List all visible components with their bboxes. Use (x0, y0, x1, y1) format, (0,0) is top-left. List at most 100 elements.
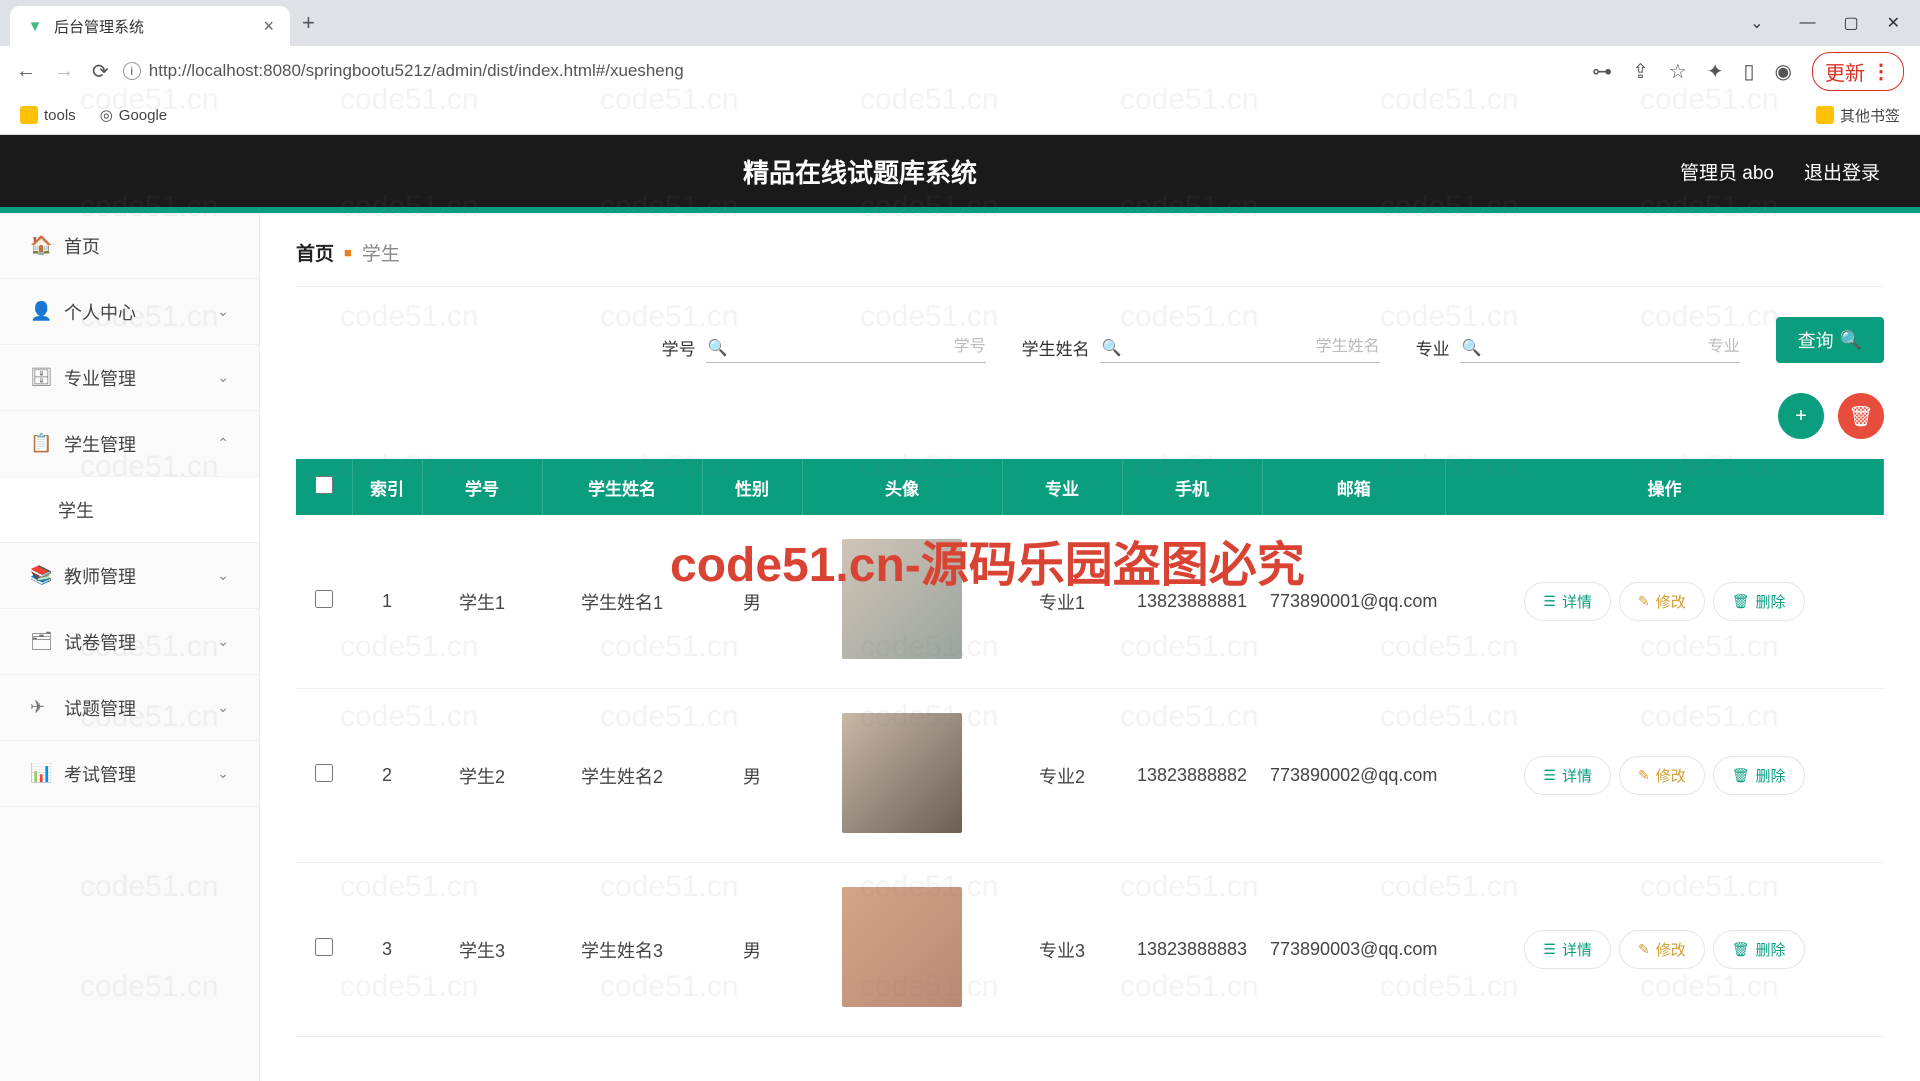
search-group-sid: 学号 🔍 (662, 332, 986, 363)
vue-icon: ▼ (26, 17, 44, 35)
row-checkbox[interactable] (315, 938, 333, 956)
sidebar-item-question[interactable]: ✈试题管理⌄ (0, 675, 259, 741)
share-icon[interactable]: ⇪ (1632, 59, 1649, 84)
edit-icon: ✎ (1638, 767, 1650, 784)
key-icon[interactable]: ⊶ (1592, 59, 1612, 84)
window-controls: ⌄ — ▢ ✕ (1750, 13, 1920, 33)
sidebar-item-student-mgmt[interactable]: 📋学生管理⌃ (0, 411, 259, 477)
admin-label[interactable]: 管理员 abo (1680, 158, 1774, 185)
cell-phone: 13823888881 (1122, 515, 1262, 689)
modify-button[interactable]: ✎修改 (1619, 582, 1705, 621)
sidebar-item-teacher[interactable]: 📚教师管理⌄ (0, 543, 259, 609)
search-label-name: 学生姓名 (1022, 335, 1090, 360)
avatar (842, 539, 962, 659)
bookmark-other[interactable]: 其他书签 (1816, 105, 1900, 126)
delete-button[interactable]: 🗑删除 (1713, 930, 1805, 969)
query-button[interactable]: 查询🔍 (1776, 317, 1884, 363)
add-button[interactable]: + (1778, 393, 1824, 439)
extension-icon[interactable]: ✦ (1707, 59, 1724, 84)
avatar (842, 713, 962, 833)
reload-icon[interactable]: ⟳ (92, 59, 109, 84)
search-label-sid: 学号 (662, 335, 696, 360)
panel-icon[interactable]: ▯ (1744, 59, 1755, 84)
cell-email: 773890003@qq.com (1262, 863, 1445, 1037)
info-icon[interactable]: i (123, 62, 141, 80)
delete-button[interactable]: 🗑删除 (1713, 582, 1805, 621)
chevron-up-icon: ⌃ (217, 435, 229, 452)
update-button[interactable]: 更新 ⋮ (1812, 52, 1904, 91)
cell-email: 773890002@qq.com (1262, 689, 1445, 863)
cell-avatar (802, 863, 1002, 1037)
system-title: 精品在线试题库系统 (40, 153, 1680, 190)
search-group-major: 专业 🔍 (1416, 332, 1740, 363)
sidebar-item-home[interactable]: 🏠首页 (0, 213, 259, 279)
th-avatar: 头像 (802, 459, 1002, 515)
chevron-down-icon: ⌄ (217, 369, 229, 386)
modify-button[interactable]: ✎修改 (1619, 930, 1705, 969)
star-icon[interactable]: ☆ (1669, 59, 1687, 84)
detail-icon: ☰ (1543, 767, 1556, 784)
breadcrumb-sep-icon: ■ (344, 245, 352, 260)
url-display[interactable]: i http://localhost:8080/springbootu521z/… (123, 61, 1578, 81)
breadcrumb-current: 学生 (362, 239, 400, 266)
close-icon[interactable]: × (263, 16, 274, 37)
delete-button[interactable]: 🗑删除 (1713, 756, 1805, 795)
bookmark-google[interactable]: ◎Google (100, 106, 167, 124)
cell-email: 773890001@qq.com (1262, 515, 1445, 689)
cell-major: 专业3 (1002, 863, 1122, 1037)
table-row: 3学生3学生姓名3男专业313823888883773890003@qq.com… (296, 863, 1884, 1037)
bookmark-bar: tools ◎Google 其他书签 (0, 96, 1920, 134)
new-tab-button[interactable]: + (302, 10, 315, 36)
row-checkbox[interactable] (315, 764, 333, 782)
cell-major: 专业2 (1002, 689, 1122, 863)
sidebar-item-major[interactable]: 🗄专业管理⌄ (0, 345, 259, 411)
detail-button[interactable]: ☰详情 (1524, 756, 1611, 795)
chart-icon: 📊 (30, 763, 50, 784)
breadcrumb-home[interactable]: 首页 (296, 239, 334, 266)
search-group-name: 学生姓名 🔍 (1022, 332, 1380, 363)
bookmark-tools[interactable]: tools (20, 106, 76, 124)
forward-icon[interactable]: → (54, 60, 74, 83)
nav-buttons: ← → ⟳ (16, 59, 109, 84)
th-email: 邮箱 (1262, 459, 1445, 515)
minimize-icon[interactable]: — (1799, 14, 1815, 32)
logout-link[interactable]: 退出登录 (1804, 158, 1880, 185)
th-major: 专业 (1002, 459, 1122, 515)
chevron-down-icon[interactable]: ⌄ (1750, 13, 1763, 33)
sidebar-item-personal[interactable]: 👤个人中心⌄ (0, 279, 259, 345)
avatar (842, 887, 962, 1007)
detail-button[interactable]: ☰详情 (1524, 930, 1611, 969)
cell-avatar (802, 689, 1002, 863)
close-window-icon[interactable]: ✕ (1887, 13, 1900, 33)
list-icon: 📋 (30, 433, 50, 454)
cell-index: 1 (352, 515, 422, 689)
back-icon[interactable]: ← (16, 60, 36, 83)
breadcrumb: 首页 ■ 学生 (296, 231, 1884, 287)
sidebar-item-paper[interactable]: 🗂试卷管理⌄ (0, 609, 259, 675)
search-input-sid[interactable] (734, 338, 986, 356)
chevron-down-icon: ⌄ (217, 699, 229, 716)
files-icon: 🗂 (30, 631, 50, 652)
tab-title: 后台管理系统 (54, 16, 253, 37)
edit-icon: ✎ (1638, 593, 1650, 610)
row-checkbox[interactable] (315, 590, 333, 608)
trash-icon: 🗑 (1732, 941, 1750, 958)
th-sid: 学号 (422, 459, 542, 515)
detail-icon: ☰ (1543, 941, 1556, 958)
modify-button[interactable]: ✎修改 (1619, 756, 1705, 795)
delete-many-button[interactable]: 🗑 (1838, 393, 1884, 439)
select-all-checkbox[interactable] (315, 476, 333, 494)
cell-major: 专业1 (1002, 515, 1122, 689)
sidebar-item-student[interactable]: 学生 (0, 477, 259, 543)
maximize-icon[interactable]: ▢ (1843, 13, 1858, 33)
browser-tab[interactable]: ▼ 后台管理系统 × (10, 6, 290, 46)
search-input-name[interactable] (1128, 338, 1380, 356)
th-gender: 性别 (702, 459, 802, 515)
cell-name: 学生姓名1 (542, 515, 702, 689)
detail-button[interactable]: ☰详情 (1524, 582, 1611, 621)
sidebar-item-exam[interactable]: 📊考试管理⌄ (0, 741, 259, 807)
profile-icon[interactable]: ◉ (1775, 59, 1792, 84)
app-body: 🏠首页 👤个人中心⌄ 🗄专业管理⌄ 📋学生管理⌃ 学生 📚教师管理⌄ 🗂试卷管理… (0, 213, 1920, 1081)
student-table: 索引 学号 学生姓名 性别 头像 专业 手机 邮箱 操作 1学生1学生姓名1男专… (296, 459, 1884, 1037)
search-input-major[interactable] (1488, 338, 1740, 356)
